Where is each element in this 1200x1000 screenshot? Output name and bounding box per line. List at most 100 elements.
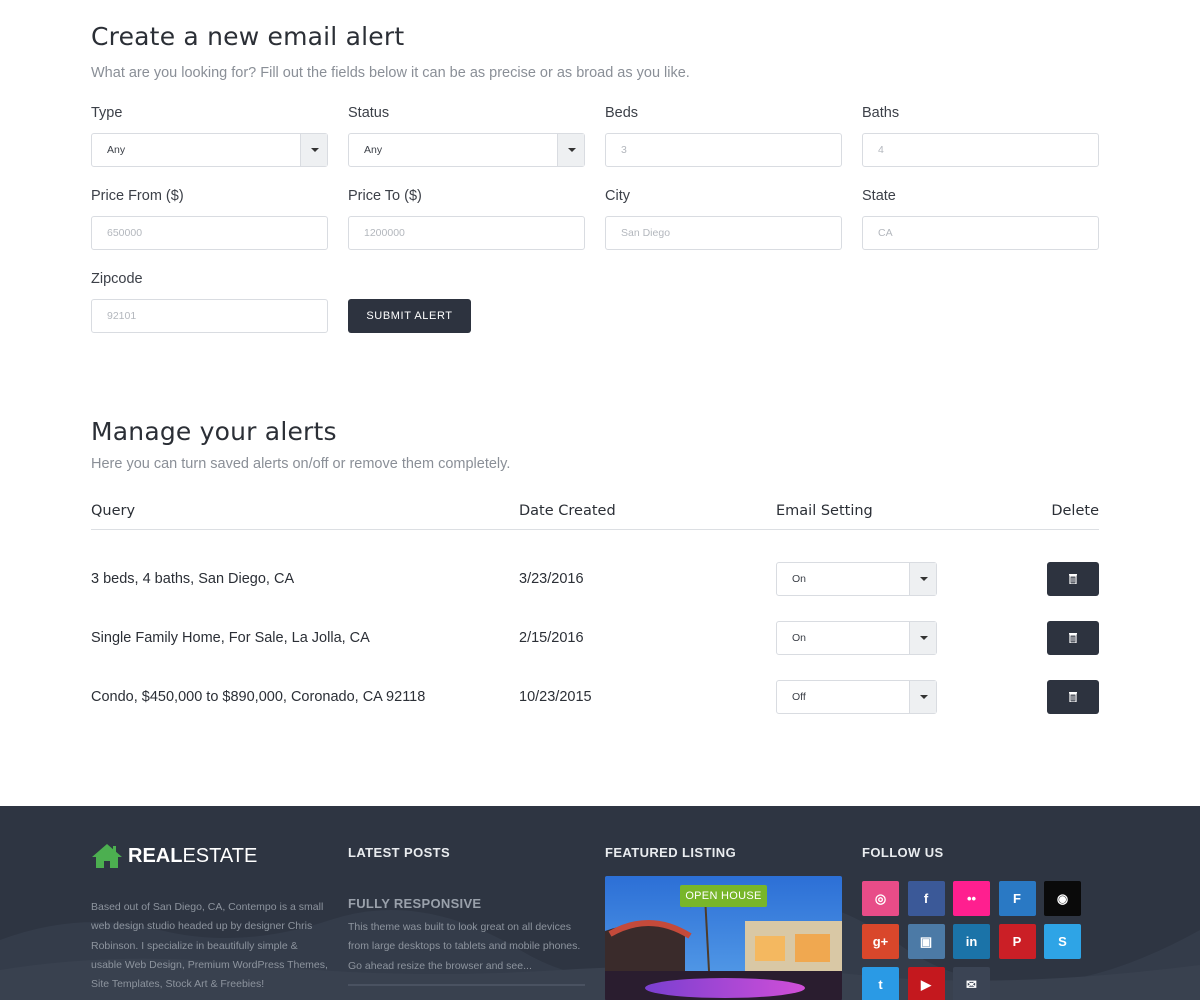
price-from-field: Price From ($) 650000 — [91, 188, 328, 250]
trash-icon — [1069, 692, 1077, 702]
city-input[interactable]: San Diego — [605, 216, 842, 250]
beds-input[interactable]: 3 — [605, 133, 842, 167]
query-cell: 3 beds, 4 baths, San Diego, CA — [91, 571, 295, 587]
featured-listing-image[interactable]: OPEN HOUSE — [605, 876, 842, 1000]
skype-icon-glyph: S — [1058, 934, 1067, 949]
table-row: Single Family Home, For Sale, La Jolla, … — [91, 621, 1099, 655]
flickr-icon[interactable]: •• — [953, 881, 990, 916]
foursquare-icon[interactable]: F — [998, 881, 1036, 916]
post-divider — [348, 983, 585, 986]
post-title-link[interactable]: FULLY RESPONSIVE — [348, 896, 585, 911]
zipcode-label: Zipcode — [91, 271, 143, 287]
status-field: Status Any — [348, 105, 585, 167]
price-to-field: Price To ($) 1200000 — [348, 188, 585, 250]
github-icon[interactable]: ◉ — [1044, 881, 1081, 916]
email-icon[interactable]: ✉ — [953, 967, 990, 1000]
email-setting-value: On — [792, 573, 807, 585]
skype-icon[interactable]: S — [1044, 924, 1081, 959]
email-setting-select[interactable]: On — [776, 621, 937, 655]
create-alert-section: Create a new email alert What are you lo… — [91, 22, 1099, 81]
logo-bold-text: REAL — [128, 845, 183, 867]
trash-icon — [1069, 574, 1077, 584]
price-to-input[interactable]: 1200000 — [348, 216, 585, 250]
google-plus-icon-glyph: g+ — [872, 934, 889, 949]
baths-field: Baths 4 — [862, 105, 1099, 167]
latest-posts-heading: LATEST POSTS — [348, 845, 451, 860]
beds-label: Beds — [605, 105, 639, 121]
email-setting-value: Off — [792, 691, 806, 703]
status-label: Status — [348, 105, 390, 121]
chevron-down-icon — [557, 134, 584, 166]
column-header-query: Query — [91, 503, 136, 519]
chevron-down-icon — [909, 622, 936, 654]
submit-alert-button[interactable]: SUBMIT ALERT — [348, 299, 471, 333]
type-select-value: Any — [107, 144, 126, 156]
city-field: City San Diego — [605, 188, 842, 250]
query-cell: Condo, $450,000 to $890,000, Coronado, C… — [91, 689, 426, 705]
alerts-table-body: 3 beds, 4 baths, San Diego, CA 3/23/2016… — [91, 562, 1099, 722]
github-icon-glyph: ◉ — [1056, 891, 1069, 906]
follow-us-column: FOLLOW US — [862, 806, 1099, 860]
linkedin-icon[interactable]: in — [953, 924, 990, 959]
type-label: Type — [91, 105, 123, 121]
zipcode-field: Zipcode 92101 — [91, 271, 328, 333]
youtube-icon-glyph: ▶ — [921, 977, 931, 992]
instagram-icon-glyph: ▣ — [919, 934, 933, 949]
post-excerpt: This theme was built to look great on al… — [348, 921, 581, 972]
column-header-email-setting: Email Setting — [776, 503, 873, 519]
state-label: State — [862, 188, 896, 204]
site-footer: REALESTATE Based out of San Diego, CA, C… — [0, 806, 1200, 1000]
footer-logo[interactable]: REALESTATE — [91, 843, 257, 869]
date-cell: 2/15/2016 — [519, 630, 584, 646]
email-setting-value: On — [792, 632, 807, 644]
chevron-down-icon — [300, 134, 327, 166]
chevron-down-icon — [909, 563, 936, 595]
status-select[interactable]: Any — [348, 133, 585, 167]
baths-input[interactable]: 4 — [862, 133, 1099, 167]
type-select[interactable]: Any — [91, 133, 328, 167]
featured-listing-heading: FEATURED LISTING — [605, 845, 737, 860]
status-select-value: Any — [364, 144, 383, 156]
delete-alert-button[interactable] — [1047, 562, 1099, 596]
pinterest-icon[interactable]: P — [998, 924, 1036, 959]
email-setting-select[interactable]: On — [776, 562, 937, 596]
state-field: State CA — [862, 188, 1099, 250]
create-alert-subtitle: What are you looking for? Fill out the f… — [91, 65, 690, 81]
create-alert-title: Create a new email alert — [91, 22, 405, 51]
manage-alerts-title: Manage your alerts — [91, 417, 337, 446]
state-input[interactable]: CA — [862, 216, 1099, 250]
dribbble-icon[interactable]: ◎ — [862, 881, 899, 916]
date-cell: 10/23/2015 — [519, 689, 592, 705]
alerts-table-header: Query Date Created Email Setting Delete — [91, 503, 1099, 530]
dribbble-icon-glyph: ◎ — [874, 891, 887, 906]
house-icon — [92, 844, 122, 868]
delete-alert-button[interactable] — [1047, 621, 1099, 655]
query-cell: Single Family Home, For Sale, La Jolla, … — [91, 630, 370, 646]
manage-alerts-subtitle: Here you can turn saved alerts on/off or… — [91, 456, 511, 472]
manage-alerts-section: Manage your alerts Here you can turn sav… — [91, 417, 1099, 472]
linkedin-icon-glyph: in — [965, 934, 978, 949]
featured-listing-column: FEATURED LISTING OPEN HOUSE — [605, 806, 842, 1000]
zipcode-input[interactable]: 92101 — [91, 299, 328, 333]
youtube-icon[interactable]: ▶ — [907, 967, 945, 1000]
city-label: City — [605, 188, 630, 204]
instagram-icon[interactable]: ▣ — [907, 924, 945, 959]
latest-posts-column: LATEST POSTS FULLY RESPONSIVE This theme… — [348, 806, 585, 986]
twitter-icon-glyph: t — [878, 977, 883, 992]
flickr-icon-glyph: •• — [966, 891, 977, 906]
facebook-icon[interactable]: f — [907, 881, 945, 916]
delete-alert-button[interactable] — [1047, 680, 1099, 714]
google-plus-icon[interactable]: g+ — [862, 924, 899, 959]
facebook-icon-glyph: f — [923, 891, 929, 906]
trash-icon — [1069, 633, 1077, 643]
email-icon-glyph: ✉ — [966, 977, 977, 992]
open-house-badge: OPEN HOUSE — [680, 885, 767, 907]
submit-field: SUBMIT ALERT — [348, 271, 585, 333]
price-from-input[interactable]: 650000 — [91, 216, 328, 250]
twitter-icon[interactable]: t — [862, 967, 899, 1000]
footer-about-text: Based out of San Diego, CA, Contempo is … — [91, 901, 328, 991]
date-cell: 3/23/2016 — [519, 571, 584, 587]
email-setting-select[interactable]: Off — [776, 680, 937, 714]
table-row: 3 beds, 4 baths, San Diego, CA 3/23/2016… — [91, 562, 1099, 596]
pinterest-icon-glyph: P — [1012, 934, 1022, 949]
